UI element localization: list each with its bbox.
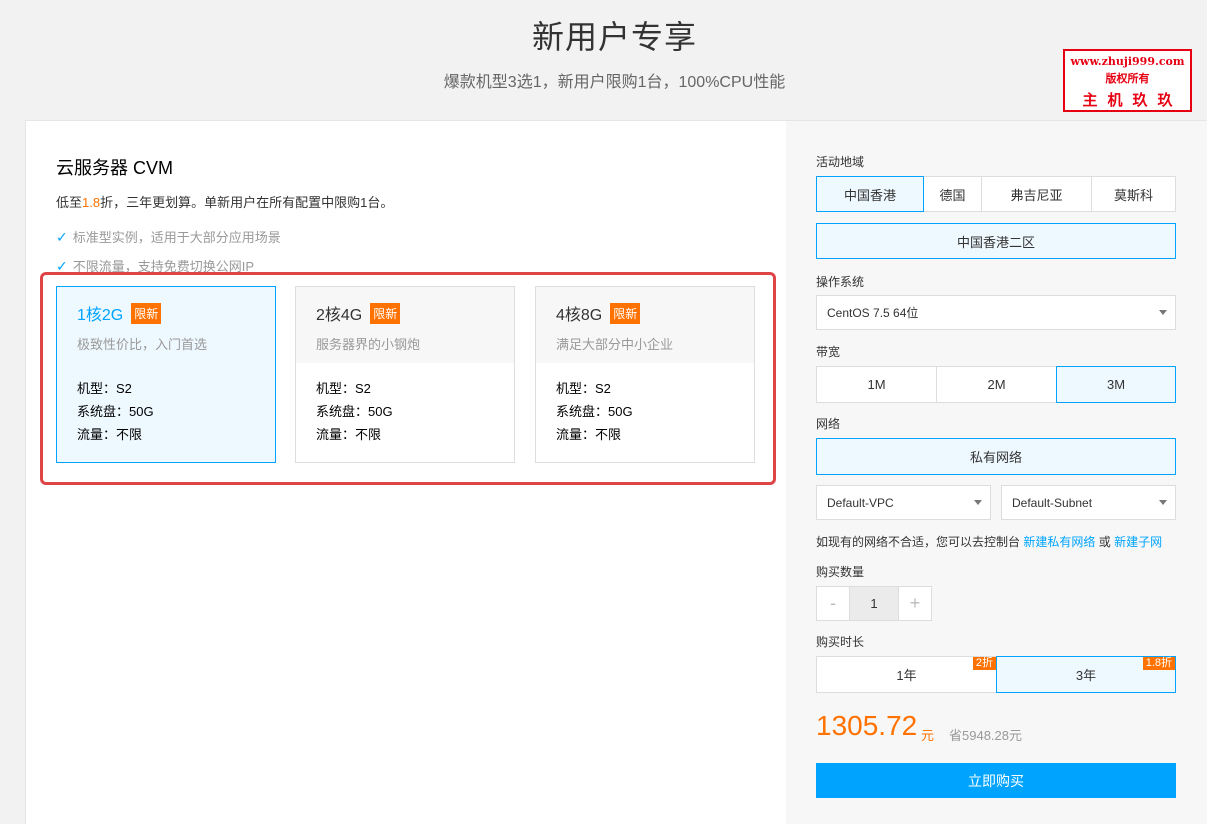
package-model: 机型：S2 <box>316 381 371 396</box>
product-title: 云服务器 CVM <box>56 158 173 178</box>
price-unit: 元 <box>921 728 935 743</box>
package-traffic: 流量：不限 <box>556 427 622 442</box>
duration-label-text: 3年 <box>1075 668 1097 683</box>
region-option-moscow[interactable]: 莫斯科 <box>1091 176 1176 212</box>
package-disk: 系统盘：50G <box>316 404 393 419</box>
vpc-select[interactable]: Default-VPC <box>816 485 991 520</box>
duration-option-3y[interactable]: 3年 1.8折 <box>996 656 1176 693</box>
hero-title: 新用户专享 <box>531 19 697 55</box>
package-subtitle: 满足大部分中小企业 <box>556 337 674 352</box>
discount-highlight: 1.8 <box>82 195 101 210</box>
bandwidth-label: 带宽 <box>816 345 841 359</box>
package-traffic: 流量：不限 <box>77 427 143 442</box>
duration-selector: 1年 2折 3年 1.8折 <box>816 656 1176 693</box>
quantity-minus-button[interactable]: - <box>816 586 850 621</box>
region-label: 活动地域 <box>816 155 865 169</box>
quantity-label: 购买数量 <box>816 565 865 579</box>
zone-option-hk2[interactable]: 中国香港二区 <box>816 223 1176 259</box>
region-selector: 中国香港 德国 弗吉尼亚 莫斯科 <box>816 176 1176 212</box>
buy-now-button[interactable]: 立即购买 <box>816 763 1176 798</box>
package-card-1c2g[interactable]: 1核2G 限新 极致性价比，入门首选 机型：S2 系统盘：50G 流量：不限 <box>56 286 276 463</box>
package-card-4c8g[interactable]: 4核8G 限新 满足大部分中小企业 机型：S2 系统盘：50G 流量：不限 <box>535 286 755 463</box>
package-disk: 系统盘：50G <box>77 404 154 419</box>
network-label: 网络 <box>816 417 841 431</box>
duration-label-text: 1年 <box>896 668 917 683</box>
watermark-stamp: www.zhuji999.com 版权所有 主机玖玖 <box>1063 49 1192 112</box>
discount-badge: 1.8折 <box>1142 657 1175 670</box>
package-model: 机型：S2 <box>556 381 611 396</box>
vpc-select-value: Default-VPC <box>827 495 894 510</box>
watermark-url: www.zhuji999.com <box>1070 55 1185 68</box>
new-user-badge: 限新 <box>370 302 401 324</box>
os-select[interactable]: CentOS 7.5 64位 <box>816 295 1176 330</box>
feature-item: ✓ 标准型实例，适用于大部分应用场景 <box>56 229 281 245</box>
region-option-virginia[interactable]: 弗吉尼亚 <box>981 176 1092 212</box>
network-note: 如现有的网络不合适，您可以去控制台 新建私有网络 或 新建子网 <box>816 535 1163 549</box>
duration-label: 购买时长 <box>816 635 865 649</box>
bandwidth-option-1m[interactable]: 1M <box>816 366 937 403</box>
region-option-germany[interactable]: 德国 <box>923 176 982 212</box>
region-option-hongkong[interactable]: 中国香港 <box>816 176 924 212</box>
create-subnet-link[interactable]: 新建子网 <box>1114 535 1162 549</box>
watermark-copyright: 版权所有 <box>1105 72 1150 85</box>
caret-down-icon <box>1159 310 1167 315</box>
create-vpc-link[interactable]: 新建私有网络 <box>1023 535 1095 549</box>
subnet-select-value: Default-Subnet <box>1012 495 1093 510</box>
new-user-badge: 限新 <box>610 302 641 324</box>
bandwidth-option-2m[interactable]: 2M <box>936 366 1057 403</box>
caret-down-icon <box>1159 500 1167 505</box>
hero-subtitle: 爆款机型3选1，新用户限购1台，100%CPU性能 <box>443 74 786 91</box>
check-icon: ✓ <box>56 229 68 245</box>
caret-down-icon <box>974 500 982 505</box>
subnet-select[interactable]: Default-Subnet <box>1001 485 1176 520</box>
network-option-private[interactable]: 私有网络 <box>816 438 1176 475</box>
os-label: 操作系统 <box>816 275 865 289</box>
bandwidth-selector: 1M 2M 3M <box>816 366 1176 403</box>
quantity-input[interactable]: 1 <box>850 586 898 621</box>
package-name: 4核8G <box>556 307 603 324</box>
product-description: 低至1.8折，三年更划算。单新用户在所有配置中限购1台。 <box>56 195 394 210</box>
package-name: 1核2G <box>77 307 124 324</box>
zone-selector: 中国香港二区 <box>816 223 1176 259</box>
total-price: 1305.72 <box>816 710 918 741</box>
package-subtitle: 服务器界的小钢炮 <box>316 337 421 352</box>
quantity-plus-button[interactable]: + <box>898 586 932 621</box>
quantity-stepper: - 1 + <box>816 586 932 621</box>
watermark-brand: 主机玖玖 <box>1082 91 1183 109</box>
package-model: 机型：S2 <box>77 381 132 396</box>
savings-text: 省5948.28元 <box>949 728 1022 743</box>
discount-badge: 2折 <box>972 657 996 670</box>
package-card-2c4g[interactable]: 2核4G 限新 服务器界的小钢炮 机型：S2 系统盘：50G 流量：不限 <box>295 286 515 463</box>
duration-option-1y[interactable]: 1年 2折 <box>816 656 997 693</box>
package-subtitle: 极致性价比，入门首选 <box>77 337 208 352</box>
package-traffic: 流量：不限 <box>316 427 382 442</box>
bandwidth-option-3m[interactable]: 3M <box>1056 366 1176 403</box>
network-type-selector: 私有网络 <box>816 438 1176 475</box>
os-select-value: CentOS 7.5 64位 <box>827 306 919 320</box>
package-disk: 系统盘：50G <box>556 404 633 419</box>
package-name: 2核4G <box>316 307 363 324</box>
new-user-badge: 限新 <box>131 302 162 324</box>
